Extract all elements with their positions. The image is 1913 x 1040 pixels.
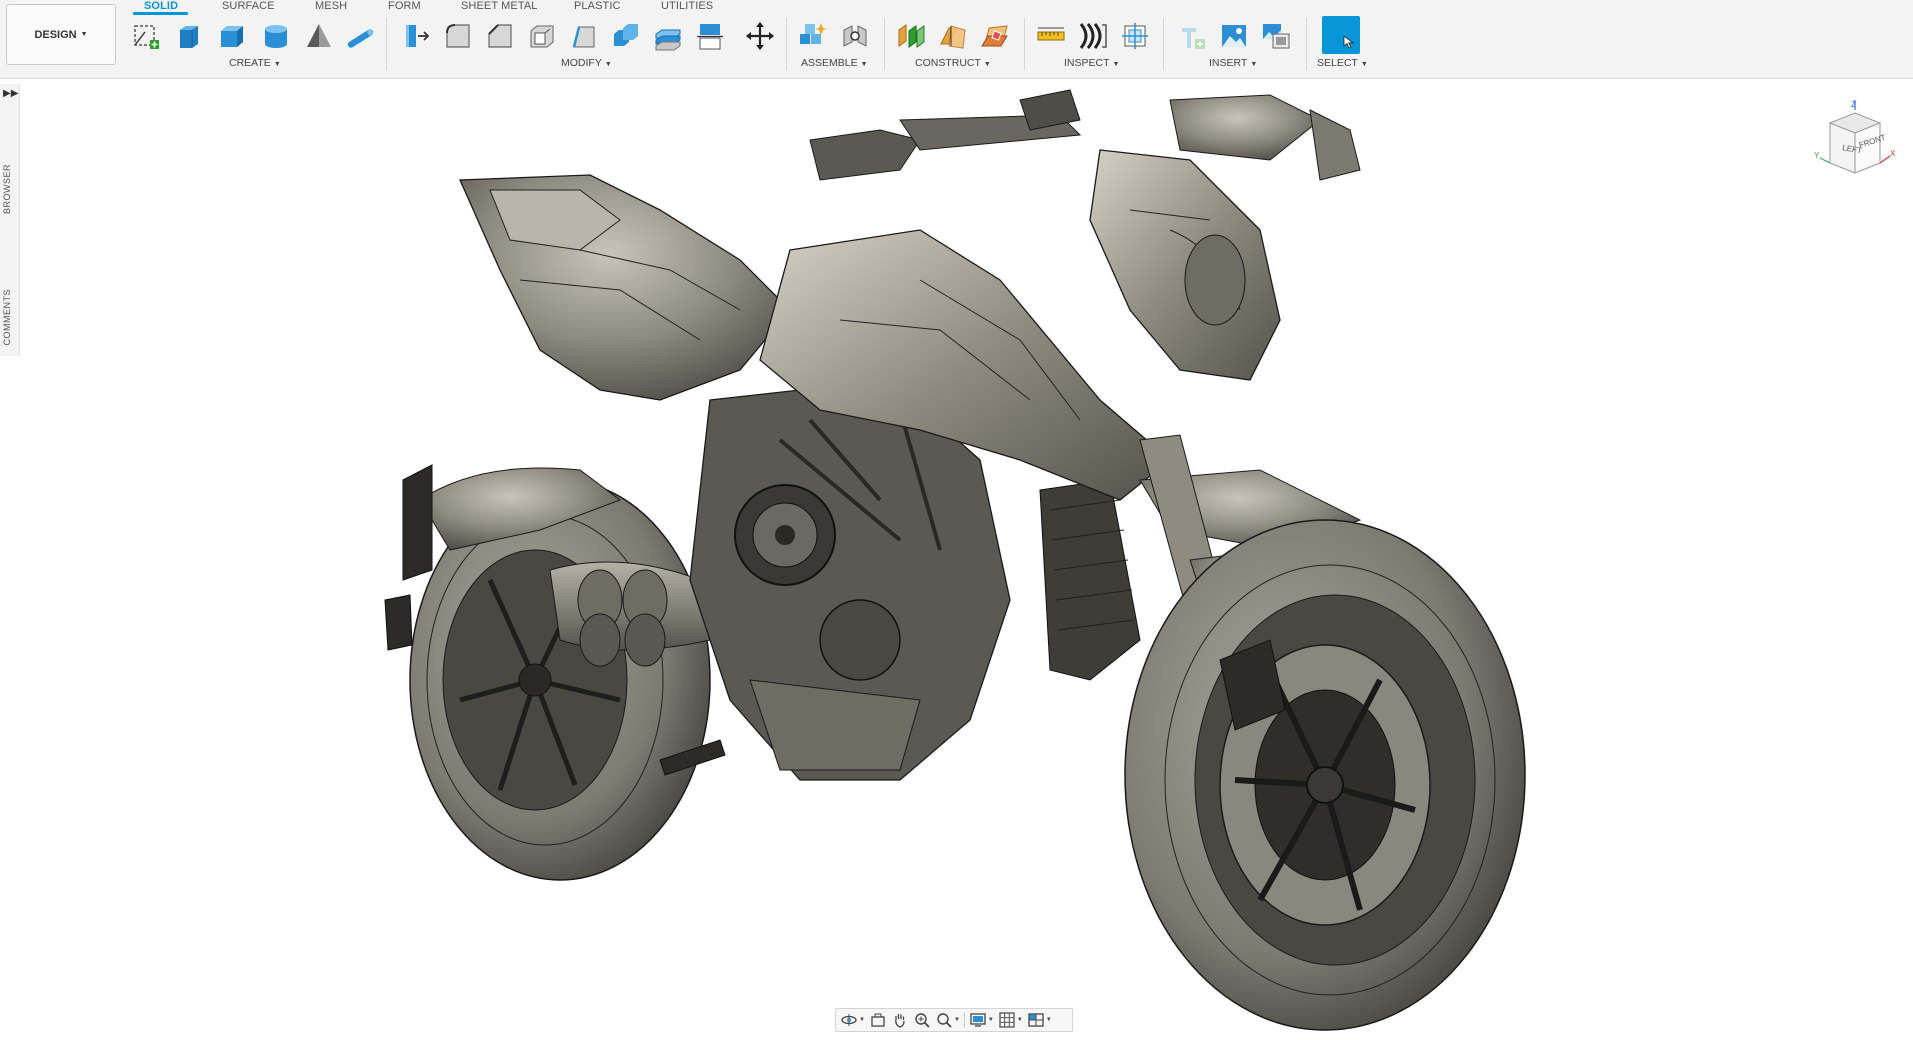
construct-label: CONSTRUCT — [915, 57, 981, 69]
select-group-menu[interactable]: SELECT ▼ — [1317, 57, 1368, 69]
workspace-label: DESIGN — [34, 28, 77, 41]
front-wheel — [1124, 519, 1526, 1031]
group-divider — [1306, 18, 1307, 70]
cylinder-icon[interactable] — [258, 18, 294, 54]
new-component-icon[interactable] — [794, 18, 830, 54]
active-tab-underline — [133, 12, 188, 15]
chevron-down-icon: ▼ — [604, 61, 612, 68]
inspect-label: INSPECT — [1064, 57, 1110, 69]
motorcycle-model[interactable] — [20, 80, 1913, 1040]
insert-mesh-icon[interactable] — [1174, 18, 1210, 54]
tab-surface[interactable]: SURFACE — [222, 0, 275, 12]
workspace-switcher-button[interactable]: DESIGN ▼ — [6, 4, 116, 65]
fillet-icon[interactable] — [440, 18, 476, 54]
grid-icon[interactable]: ▼ — [998, 1010, 1023, 1030]
zoom-icon[interactable] — [913, 1010, 931, 1030]
select-icon[interactable] — [1322, 16, 1360, 54]
nav-divider — [963, 1012, 965, 1028]
chamfer-icon[interactable] — [482, 18, 518, 54]
measure-icon[interactable] — [1033, 18, 1069, 54]
construct-group-menu[interactable]: CONSTRUCT ▼ — [915, 57, 991, 69]
chevron-down-icon: ▼ — [1250, 61, 1258, 68]
chevron-down-icon: ▼ — [1112, 61, 1120, 68]
tab-utilities[interactable]: UTILITIES — [661, 0, 713, 12]
extrude-icon[interactable] — [170, 18, 206, 54]
box-icon[interactable] — [214, 18, 250, 54]
draft-icon[interactable] — [566, 18, 602, 54]
look-at-icon[interactable] — [869, 1010, 887, 1030]
create-label: CREATE — [229, 57, 271, 69]
tab-mesh[interactable]: MESH — [315, 0, 347, 12]
chevron-down-icon: ▼ — [273, 61, 281, 68]
handlebars — [809, 89, 1361, 181]
inspect-group-menu[interactable]: INSPECT ▼ — [1064, 57, 1119, 69]
viewports-icon[interactable]: ▼ — [1027, 1010, 1052, 1030]
modify-group-menu[interactable]: MODIFY ▼ — [561, 57, 612, 69]
insert-group-menu[interactable]: INSERT ▼ — [1209, 57, 1257, 69]
chevron-down-icon: ▼ — [983, 61, 991, 68]
sketch-icon[interactable] — [128, 18, 164, 54]
fit-icon[interactable]: ▼ — [935, 1010, 960, 1030]
ribbon-toolbar: DESIGN ▼ SOLID SURFACE MESH FORM SHEET M… — [0, 0, 1913, 79]
create-group-menu[interactable]: CREATE ▼ — [229, 57, 281, 69]
chevron-down-icon: ▼ — [1360, 61, 1368, 68]
y-axis-label: Y — [1814, 151, 1820, 160]
pan-icon[interactable] — [891, 1010, 909, 1030]
fusion-app: DESIGN ▼ SOLID SURFACE MESH FORM SHEET M… — [0, 0, 1913, 1040]
decal-icon[interactable] — [1216, 18, 1252, 54]
combine-icon[interactable] — [608, 18, 644, 54]
insert-label: INSERT — [1209, 57, 1248, 69]
tab-plastic[interactable]: PLASTIC — [574, 0, 621, 12]
group-divider — [1163, 18, 1164, 70]
chevron-down-icon: ▼ — [80, 31, 88, 38]
viewcube[interactable]: LEFT FRONT Z Y X — [1800, 98, 1900, 188]
canvas-icon[interactable] — [1258, 18, 1294, 54]
tab-comments[interactable]: COMMENTS — [2, 289, 18, 346]
design-canvas[interactable] — [20, 80, 1913, 1040]
plane-at-angle-icon[interactable] — [935, 18, 971, 54]
x-axis-label: X — [1890, 149, 1896, 158]
assemble-group-menu[interactable]: ASSEMBLE ▼ — [801, 57, 868, 69]
joint-icon[interactable] — [837, 18, 873, 54]
z-axis-label: Z — [1851, 100, 1856, 109]
navigation-bar: ▼ ▼ ▼ ▼ ▼ — [835, 1008, 1073, 1032]
offset-face-icon[interactable] — [650, 18, 686, 54]
section-analysis-icon[interactable] — [1117, 18, 1153, 54]
tab-sheet-metal[interactable]: SHEET METAL — [461, 0, 538, 12]
select-label: SELECT — [1317, 57, 1358, 69]
assemble-label: ASSEMBLE — [801, 57, 858, 69]
orbit-icon[interactable]: ▼ — [840, 1010, 865, 1030]
midplane-icon[interactable] — [977, 18, 1013, 54]
chevron-down-icon: ▼ — [860, 61, 868, 68]
shell-icon[interactable] — [524, 18, 560, 54]
offset-plane-icon[interactable] — [893, 18, 929, 54]
group-divider — [1024, 18, 1025, 70]
zebra-icon[interactable] — [1075, 18, 1111, 54]
modify-label: MODIFY — [561, 57, 602, 69]
group-divider — [884, 18, 885, 70]
group-divider — [786, 18, 787, 70]
press-pull-icon[interactable] — [398, 18, 434, 54]
pipe-icon[interactable] — [342, 18, 378, 54]
group-divider — [386, 18, 387, 70]
revolve-icon[interactable] — [300, 18, 336, 54]
tab-browser[interactable]: BROWSER — [2, 164, 18, 214]
split-body-icon[interactable] — [692, 18, 728, 54]
display-settings-icon[interactable]: ▼ — [969, 1010, 994, 1030]
expand-panel-icon[interactable]: ▶▶ — [3, 88, 18, 99]
move-icon[interactable] — [742, 18, 778, 54]
tab-solid[interactable]: SOLID — [144, 0, 178, 12]
side-panel: ▶▶ BROWSER COMMENTS — [0, 84, 20, 356]
tab-form[interactable]: FORM — [388, 0, 421, 12]
